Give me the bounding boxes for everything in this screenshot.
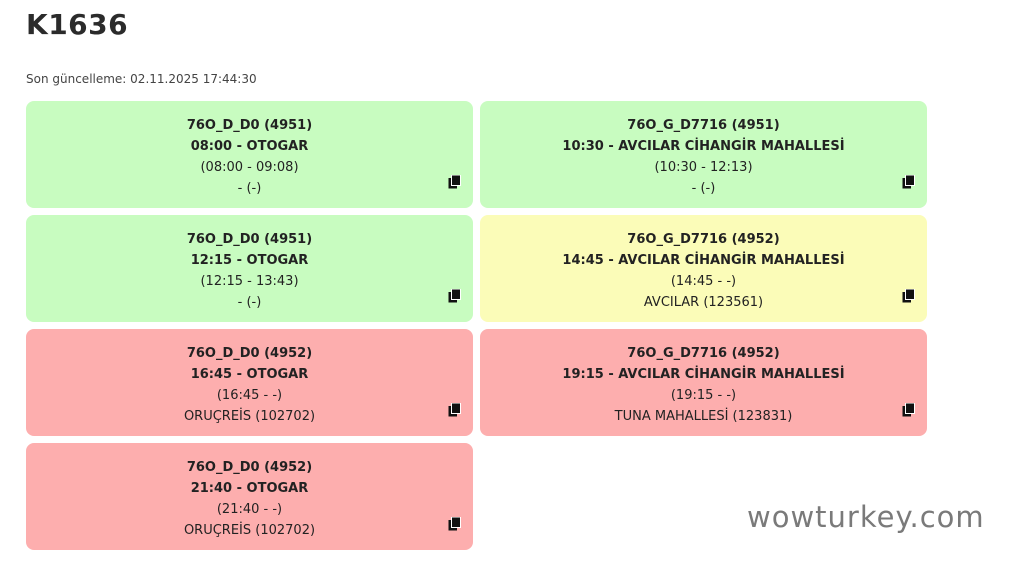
trip-card-grid: 76O_D_D0 (4951) 08:00 - OTOGAR (08:00 - … bbox=[26, 101, 927, 550]
trip-card[interactable]: 76O_D_D0 (4951) 12:15 - OTOGAR (12:15 - … bbox=[26, 215, 473, 322]
trip-departure: 16:45 - OTOGAR bbox=[190, 367, 309, 382]
trip-card[interactable]: 76O_D_D0 (4952) 21:40 - OTOGAR (21:40 - … bbox=[26, 443, 473, 550]
trip-time-range: (08:00 - 09:08) bbox=[200, 160, 299, 175]
trip-card[interactable]: 76O_G_D7716 (4951) 10:30 - AVCILAR CİHAN… bbox=[480, 101, 927, 208]
copy-icon[interactable] bbox=[448, 517, 461, 531]
trip-time-range: (21:40 - -) bbox=[216, 502, 283, 517]
trip-card[interactable]: 76O_G_D7716 (4952) 19:15 - AVCILAR CİHAN… bbox=[480, 329, 927, 436]
copy-icon[interactable] bbox=[448, 403, 461, 417]
trip-route: 76O_G_D7716 (4952) bbox=[627, 346, 780, 361]
trip-stop: ORUÇREİS (102702) bbox=[183, 523, 316, 538]
trip-stop: - (-) bbox=[691, 181, 716, 196]
trip-route: 76O_D_D0 (4951) bbox=[186, 232, 313, 247]
copy-icon[interactable] bbox=[902, 289, 915, 303]
last-updated-text: Son güncelleme: 02.11.2025 17:44:30 bbox=[26, 72, 257, 86]
trip-departure: 21:40 - OTOGAR bbox=[190, 481, 309, 496]
trip-stop: ORUÇREİS (102702) bbox=[183, 409, 316, 424]
trip-departure: 10:30 - AVCILAR CİHANGİR MAHALLESİ bbox=[562, 139, 845, 154]
trip-stop: - (-) bbox=[237, 181, 262, 196]
trip-card[interactable]: 76O_D_D0 (4952) 16:45 - OTOGAR (16:45 - … bbox=[26, 329, 473, 436]
trip-departure: 12:15 - OTOGAR bbox=[190, 253, 309, 268]
trip-departure: 14:45 - AVCILAR CİHANGİR MAHALLESİ bbox=[562, 253, 845, 268]
trip-route: 76O_G_D7716 (4951) bbox=[627, 118, 780, 133]
trip-stop: TUNA MAHALLESİ (123831) bbox=[614, 409, 793, 424]
trip-stop: AVCILAR (123561) bbox=[643, 295, 764, 310]
trip-time-range: (19:15 - -) bbox=[670, 388, 737, 403]
trip-departure: 08:00 - OTOGAR bbox=[190, 139, 309, 154]
trip-stop: - (-) bbox=[237, 295, 262, 310]
trip-time-range: (14:45 - -) bbox=[670, 274, 737, 289]
trip-departure: 19:15 - AVCILAR CİHANGİR MAHALLESİ bbox=[562, 367, 845, 382]
trip-time-range: (16:45 - -) bbox=[216, 388, 283, 403]
trip-route: 76O_D_D0 (4951) bbox=[186, 118, 313, 133]
copy-icon[interactable] bbox=[448, 289, 461, 303]
copy-icon[interactable] bbox=[448, 175, 461, 189]
trip-card[interactable]: 76O_G_D7716 (4952) 14:45 - AVCILAR CİHAN… bbox=[480, 215, 927, 322]
copy-icon[interactable] bbox=[902, 175, 915, 189]
copy-icon[interactable] bbox=[902, 403, 915, 417]
trip-card[interactable]: 76O_D_D0 (4951) 08:00 - OTOGAR (08:00 - … bbox=[26, 101, 473, 208]
trip-route: 76O_D_D0 (4952) bbox=[186, 346, 313, 361]
watermark-text: wowturkey.com bbox=[747, 500, 985, 534]
trip-time-range: (10:30 - 12:13) bbox=[654, 160, 753, 175]
page-title: K1636 bbox=[26, 8, 129, 41]
trip-route: 76O_D_D0 (4952) bbox=[186, 460, 313, 475]
trip-route: 76O_G_D7716 (4952) bbox=[627, 232, 780, 247]
trip-time-range: (12:15 - 13:43) bbox=[200, 274, 299, 289]
